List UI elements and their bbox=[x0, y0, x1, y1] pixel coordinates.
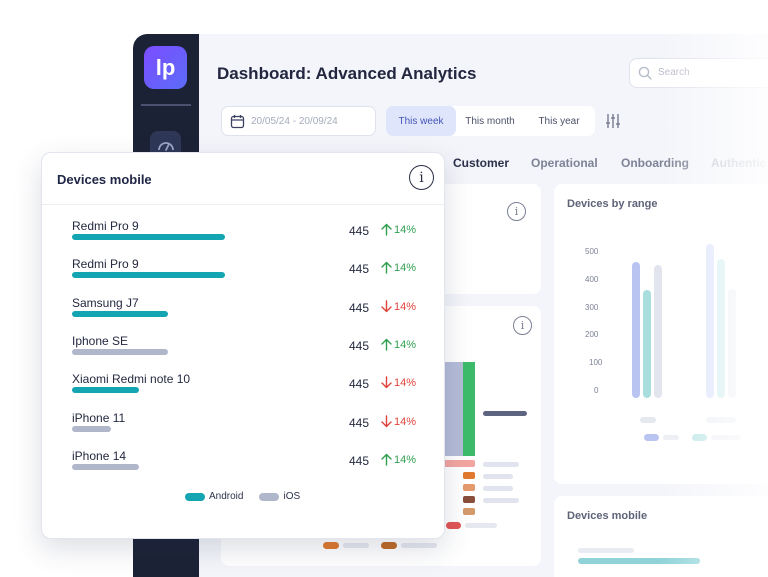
legend-item[interactable]: Android bbox=[185, 491, 243, 502]
card-title: Devices mobile bbox=[57, 172, 152, 187]
info-icon[interactable]: i bbox=[409, 165, 434, 190]
legend-label: iOS bbox=[283, 491, 301, 502]
arrow-up-icon bbox=[381, 338, 392, 351]
arrow-down-icon bbox=[381, 299, 392, 312]
device-count: 445 bbox=[349, 415, 370, 430]
device-count: 445 bbox=[349, 453, 370, 468]
devices-mobile-card: Devices mobile i Redmi Pro 9 445 14% Redmi … bbox=[41, 152, 445, 539]
tab-onboarding[interactable]: Onboarding bbox=[621, 156, 689, 170]
date-range-field[interactable]: 20/05/24 - 20/09/24 bbox=[221, 106, 376, 136]
period-selector: This week This month This year bbox=[386, 106, 595, 136]
device-count: 445 bbox=[349, 377, 370, 392]
device-share-bar bbox=[72, 272, 225, 279]
device-share-bar bbox=[72, 425, 111, 432]
device-share-bar bbox=[72, 463, 139, 470]
device-name: Redmi Pro 9 bbox=[72, 257, 139, 272]
device-name: iPhone 11 bbox=[72, 410, 126, 425]
device-count: 445 bbox=[349, 224, 370, 238]
search-icon bbox=[638, 66, 652, 80]
range-bars-placeholder bbox=[632, 244, 741, 441]
device-share-bar bbox=[72, 310, 168, 317]
device-count: 445 bbox=[349, 300, 370, 315]
mobile-bars-placeholder bbox=[578, 548, 700, 564]
device-share-bar bbox=[72, 234, 225, 240]
device-change: 14% bbox=[394, 224, 417, 236]
device-name: Samsung J7 bbox=[72, 295, 139, 310]
device-change: 14% bbox=[394, 415, 417, 428]
device-change: 14% bbox=[394, 377, 417, 390]
device-change: 14% bbox=[394, 262, 417, 275]
device-change: 14% bbox=[394, 300, 417, 313]
devices-mobile-card-bg: Devices mobile bbox=[554, 496, 768, 577]
device-share-bar bbox=[72, 387, 139, 394]
device-row: Xiaomi Redmi note 10 445 14% bbox=[72, 372, 422, 400]
search-input[interactable]: Search bbox=[629, 58, 768, 88]
arrow-up-icon bbox=[381, 223, 392, 236]
calendar-icon bbox=[230, 115, 245, 129]
arrow-down-icon bbox=[381, 376, 392, 389]
devices-by-range-card: Devices by range 500 400 300 200 100 0 bbox=[554, 184, 768, 484]
tab-operational[interactable]: Operational bbox=[531, 156, 598, 170]
info-icon[interactable]: i bbox=[507, 202, 526, 221]
divider bbox=[42, 204, 444, 205]
page-title: Dashboard: Advanced Analytics bbox=[217, 64, 477, 83]
device-name: iPhone 14 bbox=[72, 448, 127, 463]
search-placeholder: Search bbox=[658, 67, 690, 78]
filter-sliders-icon[interactable] bbox=[605, 113, 621, 129]
legend-item[interactable]: iOS bbox=[259, 491, 300, 502]
device-count: 445 bbox=[349, 262, 370, 277]
device-row: iPhone 14 445 14% bbox=[72, 449, 422, 477]
device-row: Iphone SE 445 14% bbox=[72, 334, 422, 362]
app-logo[interactable]: lp bbox=[144, 46, 187, 89]
sidebar-divider bbox=[141, 104, 191, 106]
legend: Android iOS bbox=[185, 491, 316, 502]
period-this-month-button[interactable]: This month bbox=[456, 106, 524, 136]
tab-customer[interactable]: Customer bbox=[453, 156, 509, 170]
device-row: Samsung J7 445 14% bbox=[72, 296, 422, 324]
device-change: 14% bbox=[394, 338, 417, 351]
device-count: 445 bbox=[349, 338, 370, 353]
period-this-week-button[interactable]: This week bbox=[386, 106, 456, 136]
gauge-icon bbox=[157, 142, 174, 151]
device-name: Redmi Pro 9 bbox=[72, 219, 139, 233]
arrow-down-icon bbox=[381, 414, 392, 427]
legend-swatch bbox=[259, 492, 280, 501]
legend-swatch bbox=[185, 492, 205, 501]
device-name: Iphone SE bbox=[72, 333, 129, 348]
arrow-up-icon bbox=[381, 453, 392, 466]
device-row: iPhone 11 445 14% bbox=[72, 411, 422, 439]
device-row: Redmi Pro 9 445 14% bbox=[72, 219, 422, 247]
device-change: 14% bbox=[394, 453, 417, 466]
legend-label: Android bbox=[209, 491, 244, 502]
period-this-year-button[interactable]: This year bbox=[524, 106, 594, 136]
device-share-bar bbox=[72, 348, 168, 355]
device-name: Xiaomi Redmi note 10 bbox=[72, 372, 191, 387]
date-range-value: 20/05/24 - 20/09/24 bbox=[251, 116, 338, 127]
device-row: Redmi Pro 9 445 14% bbox=[72, 257, 422, 285]
arrow-up-icon bbox=[381, 262, 392, 274]
tab-authentic[interactable]: Authentic bbox=[711, 156, 766, 170]
